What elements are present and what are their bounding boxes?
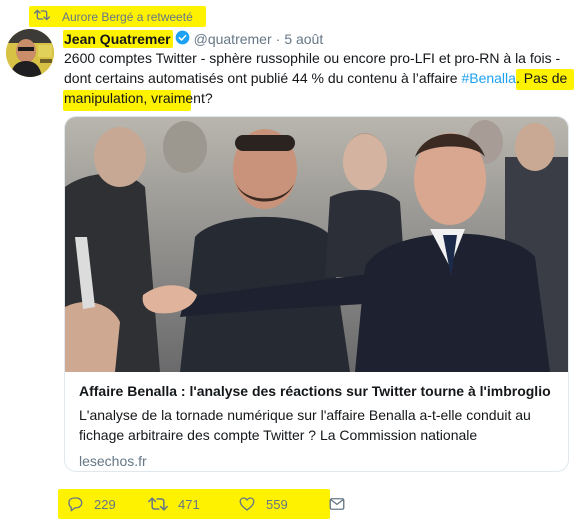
reply-icon [66,495,84,513]
link-card[interactable]: Affaire Benalla : l'analyse des réaction… [64,116,569,472]
like-button[interactable]: 559 [238,495,328,513]
reply-count: 229 [94,496,116,512]
card-domain[interactable]: lesechos.fr [79,451,557,471]
heart-icon [238,495,256,513]
tweet-header: Jean Quatremer @quatremer · 5 août [64,29,323,49]
verified-badge-icon [175,30,190,48]
tweet-actions: 229 471 559 [66,490,346,518]
envelope-icon [328,495,346,513]
author-handle[interactable]: @quatremer [194,31,272,47]
retweet-context: Aurore Bergé a retweeté [34,7,193,27]
retweet-icon [34,8,50,27]
tweet-text-punct: . [515,70,524,86]
author-name[interactable]: Jean Quatremer [64,31,171,47]
card-title[interactable]: Affaire Benalla : l'analyse des réaction… [79,381,557,401]
reply-button[interactable]: 229 [66,495,148,513]
author-avatar[interactable] [6,29,54,77]
tweet-text: 2600 comptes Twitter - sphère russophile… [64,48,572,108]
retweet-button[interactable]: 471 [148,495,238,513]
retweet-count: 471 [178,496,200,512]
hashtag-link[interactable]: #Benalla [461,70,516,86]
tweet-date[interactable]: 5 août [284,31,323,47]
card-description: L'analyse de la tornade numérique sur l'… [79,407,531,443]
header-separator: · [275,31,281,47]
retweeter-link[interactable]: Aurore Bergé a retweeté [62,10,193,24]
like-count: 559 [266,496,288,512]
card-body: Affaire Benalla : l'analyse des réaction… [79,381,557,471]
retweet-action-icon [148,495,168,513]
direct-message-button[interactable] [328,495,346,513]
card-image[interactable] [65,117,568,372]
